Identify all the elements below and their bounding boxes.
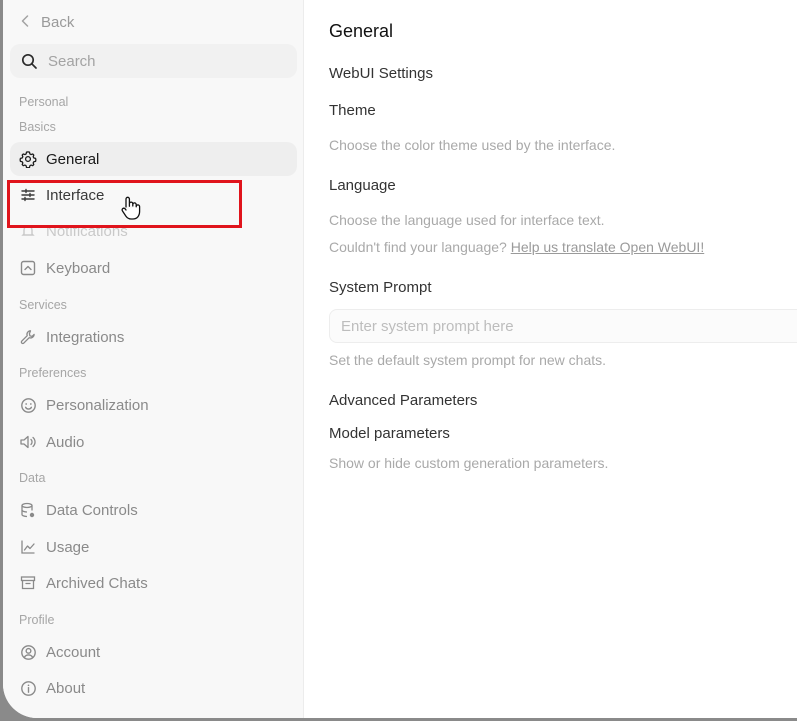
search-box[interactable] — [10, 44, 297, 78]
back-label: Back — [41, 13, 75, 31]
sidebar-item-label: Keyboard — [46, 259, 111, 277]
settings-window: Back Personal Basics General Notificatio… — [3, 0, 797, 718]
speaker-icon — [19, 433, 37, 451]
section-label-profile: Profile — [19, 613, 55, 627]
chevron-left-icon — [21, 14, 29, 31]
model-parameters-label[interactable]: Model parameters — [329, 425, 450, 442]
archive-box-icon — [19, 574, 37, 592]
system-prompt-description: Set the default system prompt for new ch… — [329, 352, 607, 368]
gear-icon — [19, 150, 37, 168]
user-circle-icon — [19, 643, 37, 661]
advanced-parameters-heading: Advanced Parameters — [329, 392, 478, 409]
theme-label: Theme — [329, 102, 376, 119]
sidebar-item-interface[interactable]: Interface — [10, 178, 297, 212]
smiley-icon — [19, 396, 37, 414]
sidebar-item-label: Account — [46, 643, 101, 661]
sidebar-item-keyboard[interactable]: Keyboard — [10, 251, 297, 285]
sidebar-item-label: Data Controls — [46, 501, 138, 519]
sidebar-item-label: Notifications — [46, 222, 128, 240]
sidebar-item-label: General — [46, 150, 100, 168]
settings-main: General WebUI Settings Theme Choose the … — [329, 0, 797, 718]
system-prompt-label: System Prompt — [329, 279, 432, 296]
sidebar-item-label: Audio — [46, 433, 85, 451]
sidebar-item-about[interactable]: About — [10, 671, 297, 705]
settings-sidebar: Back Personal Basics General Notificatio… — [3, 0, 304, 718]
back-button[interactable]: Back — [21, 12, 74, 32]
language-description: Choose the language used for interface t… — [329, 212, 605, 228]
bell-icon — [19, 222, 37, 240]
search-input[interactable] — [46, 51, 280, 71]
database-icon — [19, 501, 37, 519]
sidebar-item-personalization[interactable]: Personalization — [10, 388, 297, 422]
language-label: Language — [329, 177, 396, 194]
section-label-preferences: Preferences — [19, 366, 87, 380]
sliders-icon — [19, 186, 37, 204]
section-label-services: Services — [19, 298, 67, 312]
search-icon — [21, 53, 38, 70]
webui-settings-heading: WebUI Settings — [329, 65, 433, 82]
sidebar-item-usage[interactable]: Usage — [10, 530, 297, 564]
hand-pointer-cursor-icon — [120, 196, 142, 227]
sidebar-item-label: About — [46, 679, 86, 697]
language-help-prefix: Couldn't find your language? — [329, 239, 507, 255]
sidebar-item-label: Personalization — [46, 396, 149, 414]
sidebar-item-notifications[interactable]: Notifications — [10, 214, 297, 248]
info-icon — [19, 679, 37, 697]
translate-link[interactable]: Help us translate Open WebUI! — [511, 239, 705, 255]
page-title: General — [329, 21, 394, 41]
sidebar-item-label: Usage — [46, 538, 90, 556]
sidebar-item-data-controls[interactable]: Data Controls — [10, 493, 297, 527]
line-chart-icon — [19, 538, 37, 556]
model-parameters-description: Show or hide custom generation parameter… — [329, 455, 609, 471]
sidebar-item-label: Interface — [46, 186, 105, 204]
language-help: Couldn't find your language? Help us tra… — [329, 239, 704, 255]
sidebar-item-integrations[interactable]: Integrations — [10, 320, 297, 354]
sidebar-item-label: Archived Chats — [46, 574, 148, 592]
section-label-basics: Basics — [19, 120, 56, 134]
keyboard-icon — [19, 259, 37, 277]
wrench-icon — [19, 328, 37, 346]
sidebar-item-account[interactable]: Account — [10, 635, 297, 669]
sidebar-item-label: Integrations — [46, 328, 125, 346]
system-prompt-input[interactable] — [329, 309, 797, 343]
sidebar-item-general[interactable]: General — [10, 142, 297, 176]
theme-description: Choose the color theme used by the inter… — [329, 137, 616, 153]
sidebar-item-audio[interactable]: Audio — [10, 425, 297, 459]
sidebar-item-archived-chats[interactable]: Archived Chats — [10, 566, 297, 600]
section-label-personal: Personal — [19, 95, 69, 109]
section-label-data: Data — [19, 471, 46, 485]
